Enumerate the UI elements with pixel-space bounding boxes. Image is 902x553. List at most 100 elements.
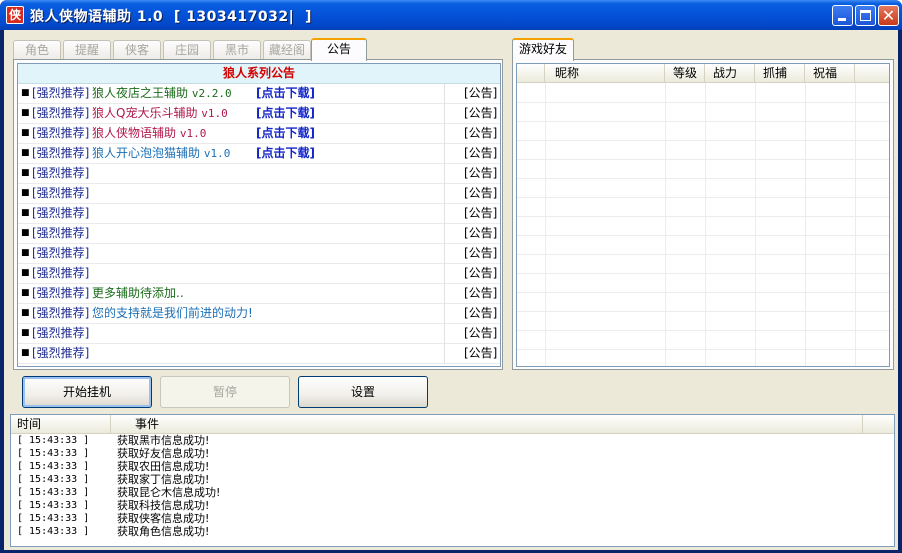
- notice-tag: [强烈推荐]: [32, 326, 90, 340]
- notice-kind: [公告]: [464, 206, 498, 220]
- column-divider: [444, 84, 445, 104]
- notice-row[interactable]: ■ [强烈推荐] [公告]: [18, 264, 500, 284]
- minimize-button[interactable]: [832, 5, 853, 26]
- log-header: 时间 事件: [11, 415, 894, 434]
- header-spacer: [517, 64, 545, 82]
- column-divider: [444, 144, 445, 164]
- log-row[interactable]: [ 15:43:33 ] 获取角色信息成功!: [11, 525, 894, 538]
- tab-library[interactable]: 藏经阁: [263, 40, 311, 60]
- tab-heroes[interactable]: 侠客: [113, 40, 161, 60]
- notice-row[interactable]: ■ [强烈推荐] [公告]: [18, 164, 500, 184]
- log-row[interactable]: [ 15:43:33 ] 获取科技信息成功!: [11, 499, 894, 512]
- col-blessing[interactable]: 祝福: [805, 64, 855, 82]
- grid-row-line: [517, 102, 889, 103]
- notice-row[interactable]: ■ [强烈推荐] [公告]: [18, 244, 500, 264]
- log-row[interactable]: [ 15:43:33 ] 获取侠客信息成功!: [11, 512, 894, 525]
- grid-row-line: [517, 254, 889, 255]
- notice-version: v2.2.0: [191, 87, 232, 100]
- notice-row[interactable]: ■ [强烈推荐] [公告]: [18, 324, 500, 344]
- log-row[interactable]: [ 15:43:33 ] 获取昆仑木信息成功!: [11, 486, 894, 499]
- notice-kind: [公告]: [464, 346, 498, 360]
- notice-row[interactable]: ■ [强烈推荐] 您的支持就是我们前进的动力! [公告]: [18, 304, 500, 324]
- log-row[interactable]: [ 15:43:33 ] 获取好友信息成功!: [11, 447, 894, 460]
- notice-list[interactable]: 狼人系列公告 ■ [强烈推荐] 狼人夜店之王辅助 v2.2.0 [点击下载] [公告] ■…: [17, 63, 501, 367]
- grid-col-line: [705, 83, 706, 366]
- tab-reminder[interactable]: 提醒: [63, 40, 111, 60]
- notice-tag: [强烈推荐]: [32, 126, 90, 140]
- notice-row[interactable]: ■ [强烈推荐] [公告]: [18, 184, 500, 204]
- col-power[interactable]: 战力: [705, 64, 755, 82]
- notice-title: 更多辅助待添加..: [92, 286, 184, 300]
- notice-tag: [强烈推荐]: [32, 346, 90, 360]
- notice-version: v1.0: [201, 107, 228, 120]
- log-event: 获取昆仑木信息成功!: [117, 486, 221, 499]
- tab-role[interactable]: 角色: [13, 40, 61, 60]
- notice-kind: [公告]: [464, 306, 498, 320]
- grid-row-line: [517, 330, 889, 331]
- notice-tag: [强烈推荐]: [32, 306, 90, 320]
- download-link[interactable]: [点击下载]: [256, 124, 315, 143]
- grid-row-line: [517, 159, 889, 160]
- bullet-icon: ■: [21, 208, 30, 218]
- notice-row[interactable]: ■ [强烈推荐] [公告]: [18, 224, 500, 244]
- bullet-icon: ■: [21, 188, 30, 198]
- tab-announcement[interactable]: 公告: [311, 38, 367, 61]
- download-link[interactable]: [点击下载]: [256, 104, 315, 123]
- maximize-icon: [860, 10, 871, 21]
- announcement-panel: 狼人系列公告 ■ [强烈推荐] 狼人夜店之王辅助 v2.2.0 [点击下载] [公告] ■…: [13, 59, 503, 370]
- notice-tag: [强烈推荐]: [32, 226, 90, 240]
- friends-grid[interactable]: 昵称 等级 战力 抓捕 祝福: [516, 63, 890, 367]
- log-time: [ 15:43:33 ]: [17, 500, 90, 511]
- notice-row[interactable]: ■ [强烈推荐] 狼人开心泡泡猫辅助 v1.0 [点击下载] [公告]: [18, 144, 500, 164]
- maximize-button[interactable]: [855, 5, 876, 26]
- notice-kind: [公告]: [464, 166, 498, 180]
- tab-manor[interactable]: 庄园: [163, 40, 211, 60]
- bullet-icon: ■: [21, 148, 30, 158]
- start-button[interactable]: 开始挂机: [22, 376, 152, 408]
- notice-row[interactable]: ■ [强烈推荐] [公告]: [18, 204, 500, 224]
- col-nickname[interactable]: 昵称: [545, 64, 665, 82]
- notice-title: 狼人侠物语辅助: [92, 126, 177, 140]
- notice-name: 更多辅助待添加..: [92, 284, 184, 303]
- notice-row[interactable]: ■ [强烈推荐] [公告]: [18, 344, 500, 364]
- close-button[interactable]: ✕: [878, 5, 899, 26]
- tab-black-market[interactable]: 黑市: [213, 40, 261, 60]
- notice-title: 狼人夜店之王辅助: [92, 86, 189, 100]
- column-divider: [444, 224, 445, 244]
- column-divider: [444, 304, 445, 324]
- notice-row[interactable]: ■ [强烈推荐] 狼人Q宠大乐斗辅助 v1.0 [点击下载] [公告]: [18, 104, 500, 124]
- column-divider: [444, 264, 445, 284]
- client-area: 角色 提醒 侠客 庄园 黑市 藏经阁 公告 狼人系列公告 ■ [强烈推荐] 狼人夜店…: [4, 30, 898, 550]
- pause-button[interactable]: 暂停: [160, 376, 290, 408]
- col-capture[interactable]: 抓捕: [755, 64, 805, 82]
- log-row[interactable]: [ 15:43:33 ] 获取家丁信息成功!: [11, 473, 894, 486]
- notice-kind: [公告]: [464, 286, 498, 300]
- log-row[interactable]: [ 15:43:33 ] 获取农田信息成功!: [11, 460, 894, 473]
- column-divider: [444, 344, 445, 364]
- close-icon: ✕: [881, 6, 896, 25]
- log-event: 获取家丁信息成功!: [117, 473, 210, 486]
- bullet-icon: ■: [21, 168, 30, 178]
- notice-row[interactable]: ■ [强烈推荐] 更多辅助待添加.. [公告]: [18, 284, 500, 304]
- notice-row[interactable]: ■ [强烈推荐] 狼人夜店之王辅助 v2.2.0 [点击下载] [公告]: [18, 84, 500, 104]
- log-row[interactable]: [ 15:43:33 ] 获取黑市信息成功!: [11, 434, 894, 447]
- notice-header: 狼人系列公告: [18, 64, 500, 84]
- col-event[interactable]: 事件: [111, 415, 863, 433]
- grid-col-line: [545, 83, 546, 366]
- download-link[interactable]: [点击下载]: [256, 84, 315, 103]
- notice-row[interactable]: ■ [强烈推荐] 狼人侠物语辅助 v1.0 [点击下载] [公告]: [18, 124, 500, 144]
- col-time[interactable]: 时间: [11, 415, 111, 433]
- settings-button[interactable]: 设置: [298, 376, 428, 408]
- notice-version: v1.0: [203, 147, 231, 160]
- event-log[interactable]: 时间 事件 [ 15:43:33 ] 获取黑市信息成功! [ 15:43:33 ] 获…: [10, 414, 895, 547]
- column-divider: [444, 164, 445, 184]
- notice-tag: [强烈推荐]: [32, 166, 90, 180]
- col-level[interactable]: 等级: [665, 64, 705, 82]
- title-bar[interactable]: 侠 狼人侠物语辅助 1.0 [ 1303417032| ] ✕: [0, 0, 902, 30]
- grid-row-line: [517, 292, 889, 293]
- download-link[interactable]: [点击下载]: [256, 144, 315, 163]
- tab-game-friends[interactable]: 游戏好友: [512, 38, 574, 61]
- log-event: 获取角色信息成功!: [117, 525, 210, 538]
- grid-row-line: [517, 121, 889, 122]
- log-event: 获取农田信息成功!: [117, 460, 210, 473]
